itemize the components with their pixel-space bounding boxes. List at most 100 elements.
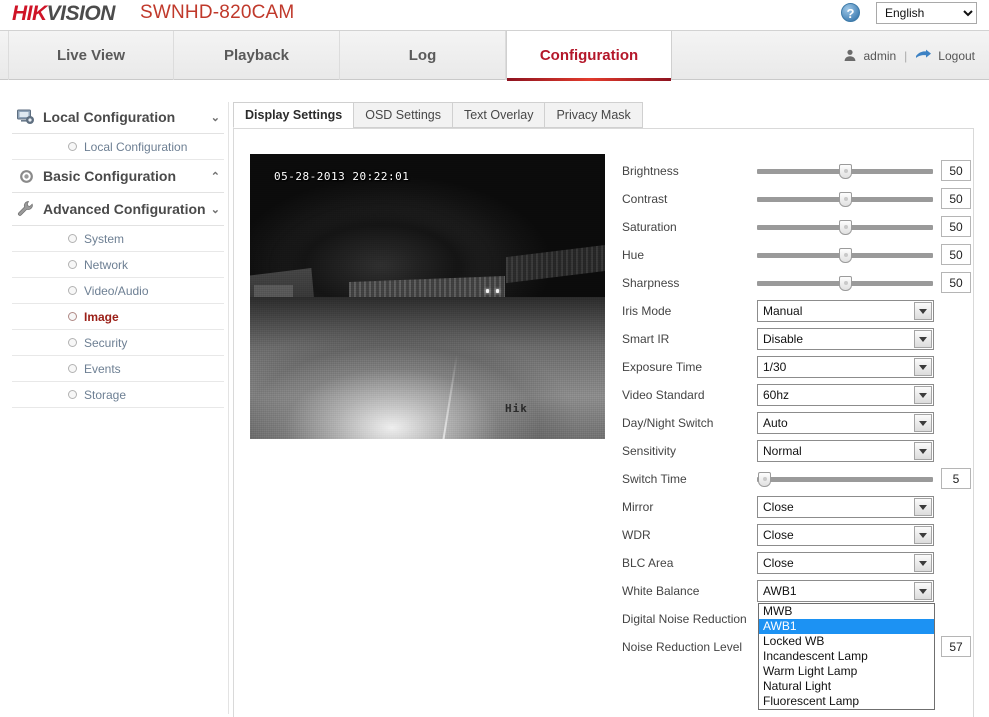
nav-tab-log[interactable]: Log [340,31,506,80]
nav-tab-configuration[interactable]: Configuration [506,31,672,81]
logout-arrow-icon[interactable] [915,49,932,64]
white-balance-option-locked-wb[interactable]: Locked WB [759,634,934,649]
chevron-down-icon[interactable] [914,302,932,320]
label-noise-reduction-level: Noise Reduction Level [622,640,743,654]
tab-osd-settings[interactable]: OSD Settings [353,102,452,128]
label-contrast: Contrast [622,192,668,206]
slider-handle[interactable] [839,164,852,179]
sidebar-item-video-audio[interactable]: Video/Audio [12,278,224,304]
switch-time-value[interactable]: 5 [941,468,971,489]
switch-time-slider[interactable] [757,469,933,489]
sidebar-item-label: Events [84,361,121,376]
logout-label[interactable]: Logout [938,49,975,63]
sidebar-group-advanced-configuration[interactable]: Advanced Configuration ⌄ [12,193,224,226]
slider-handle[interactable] [839,220,852,235]
chevron-down-icon[interactable]: ⌄ [211,203,220,216]
white-balance-dropdown-list[interactable]: MWB AWB1 Locked WB Incandescent Lamp War… [758,603,935,710]
nav-tab-playback[interactable]: Playback [174,31,340,80]
noise-reduction-level-value[interactable]: 57 [941,636,971,657]
sidebar-item-image[interactable]: Image [12,304,224,330]
smart-ir-select[interactable]: Disable [757,328,934,350]
sidebar-group-local-configuration[interactable]: Local Configuration ⌄ [12,101,224,134]
chevron-down-icon[interactable]: ⌄ [211,111,220,124]
sidebar-item-network[interactable]: Network [12,252,224,278]
sidebar-item-security[interactable]: Security [12,330,224,356]
sidebar-group-label: Basic Configuration [43,168,177,184]
help-icon[interactable]: ? [841,3,860,22]
tab-display-settings[interactable]: Display Settings [233,102,354,128]
setting-row-video-standard: Video Standard 60hz [622,381,960,409]
sharpness-slider[interactable] [757,273,933,293]
blc-area-select[interactable]: Close [757,552,934,574]
brightness-value[interactable]: 50 [941,160,971,181]
nav-tab-live-view[interactable]: Live View [8,31,174,80]
wdr-select[interactable]: Close [757,524,934,546]
sidebar-group-basic-configuration[interactable]: Basic Configuration ⌃ [12,160,224,193]
hikvision-logo: HIKVISION [12,2,115,26]
chevron-down-icon[interactable] [914,526,932,544]
chevron-down-icon[interactable] [914,358,932,376]
chevron-down-icon[interactable] [914,386,932,404]
white-balance-option-incandescent-lamp[interactable]: Incandescent Lamp [759,649,934,664]
hue-value[interactable]: 50 [941,244,971,265]
tab-text-overlay[interactable]: Text Overlay [451,102,545,128]
sensitivity-value: Normal [763,444,802,458]
slider-handle[interactable] [839,192,852,207]
camera-live-preview[interactable]: 05-28-2013 20:22:01 Hik [250,154,605,439]
chevron-down-icon[interactable] [914,442,932,460]
main-panel: Display Settings OSD Settings Text Overl… [228,102,977,717]
chevron-down-icon[interactable] [914,414,932,432]
label-iris-mode: Iris Mode [622,304,672,318]
control-mirror: Close [757,493,960,521]
iris-mode-select[interactable]: Manual [757,300,934,322]
sidebar-item-label: Local Configuration [84,139,188,154]
video-standard-select[interactable]: 60hz [757,384,934,406]
slider-track[interactable] [757,477,933,482]
user-name-label[interactable]: admin [863,49,896,63]
day-night-switch-select[interactable]: Auto [757,412,934,434]
sidebar-item-label: Storage [84,387,127,402]
slider-handle[interactable] [839,248,852,263]
sidebar-item-events[interactable]: Events [12,356,224,382]
slider-handle[interactable] [839,276,852,291]
sharpness-value[interactable]: 50 [941,272,971,293]
contrast-slider[interactable] [757,189,933,209]
language-select[interactable]: English [876,2,977,24]
chevron-down-icon[interactable] [914,330,932,348]
mirror-select[interactable]: Close [757,496,934,518]
chevron-down-icon[interactable] [914,498,932,516]
bullet-icon [68,142,77,151]
saturation-slider[interactable] [757,217,933,237]
sidebar-item-label: Security [84,335,128,350]
white-balance-option-mwb[interactable]: MWB [759,604,934,619]
video-standard-value: 60hz [763,388,790,402]
exposure-time-select[interactable]: 1/30 [757,356,934,378]
white-balance-option-fluorescent-lamp[interactable]: Fluorescent Lamp [759,694,934,709]
contrast-value[interactable]: 50 [941,188,971,209]
tab-privacy-mask[interactable]: Privacy Mask [544,102,643,128]
saturation-value[interactable]: 50 [941,216,971,237]
sidebar-item-local-configuration[interactable]: Local Configuration [12,134,224,160]
sidebar-item-storage[interactable]: Storage [12,382,224,408]
bullet-icon [68,234,77,243]
bullet-icon [68,260,77,269]
white-balance-option-awb1[interactable]: AWB1 [759,619,934,634]
chevron-down-icon[interactable] [914,554,932,572]
setting-row-iris-mode: Iris Mode Manual [622,297,960,325]
sidebar-item-system[interactable]: System [12,226,224,252]
logo-vision-text: VISION [46,2,116,25]
sensitivity-select[interactable]: Normal [757,440,934,462]
white-balance-select[interactable]: AWB1 MWB AWB1 Locked WB Incandescent Lam… [757,580,935,710]
sidebar-group-label: Advanced Configuration [43,201,206,217]
hue-slider[interactable] [757,245,933,265]
chevron-up-icon[interactable]: ⌃ [211,170,220,183]
chevron-down-icon[interactable] [914,582,932,600]
white-balance-option-warm-light-lamp[interactable]: Warm Light Lamp [759,664,934,679]
brightness-slider[interactable] [757,161,933,181]
slider-handle[interactable] [758,472,771,487]
osd-timestamp: 05-28-2013 20:22:01 [274,170,410,183]
setting-row-exposure-time: Exposure Time 1/30 [622,353,960,381]
white-balance-option-natural-light[interactable]: Natural Light [759,679,934,694]
setting-row-contrast: Contrast 50 [622,185,971,213]
preview-sensor-noise [250,154,605,439]
